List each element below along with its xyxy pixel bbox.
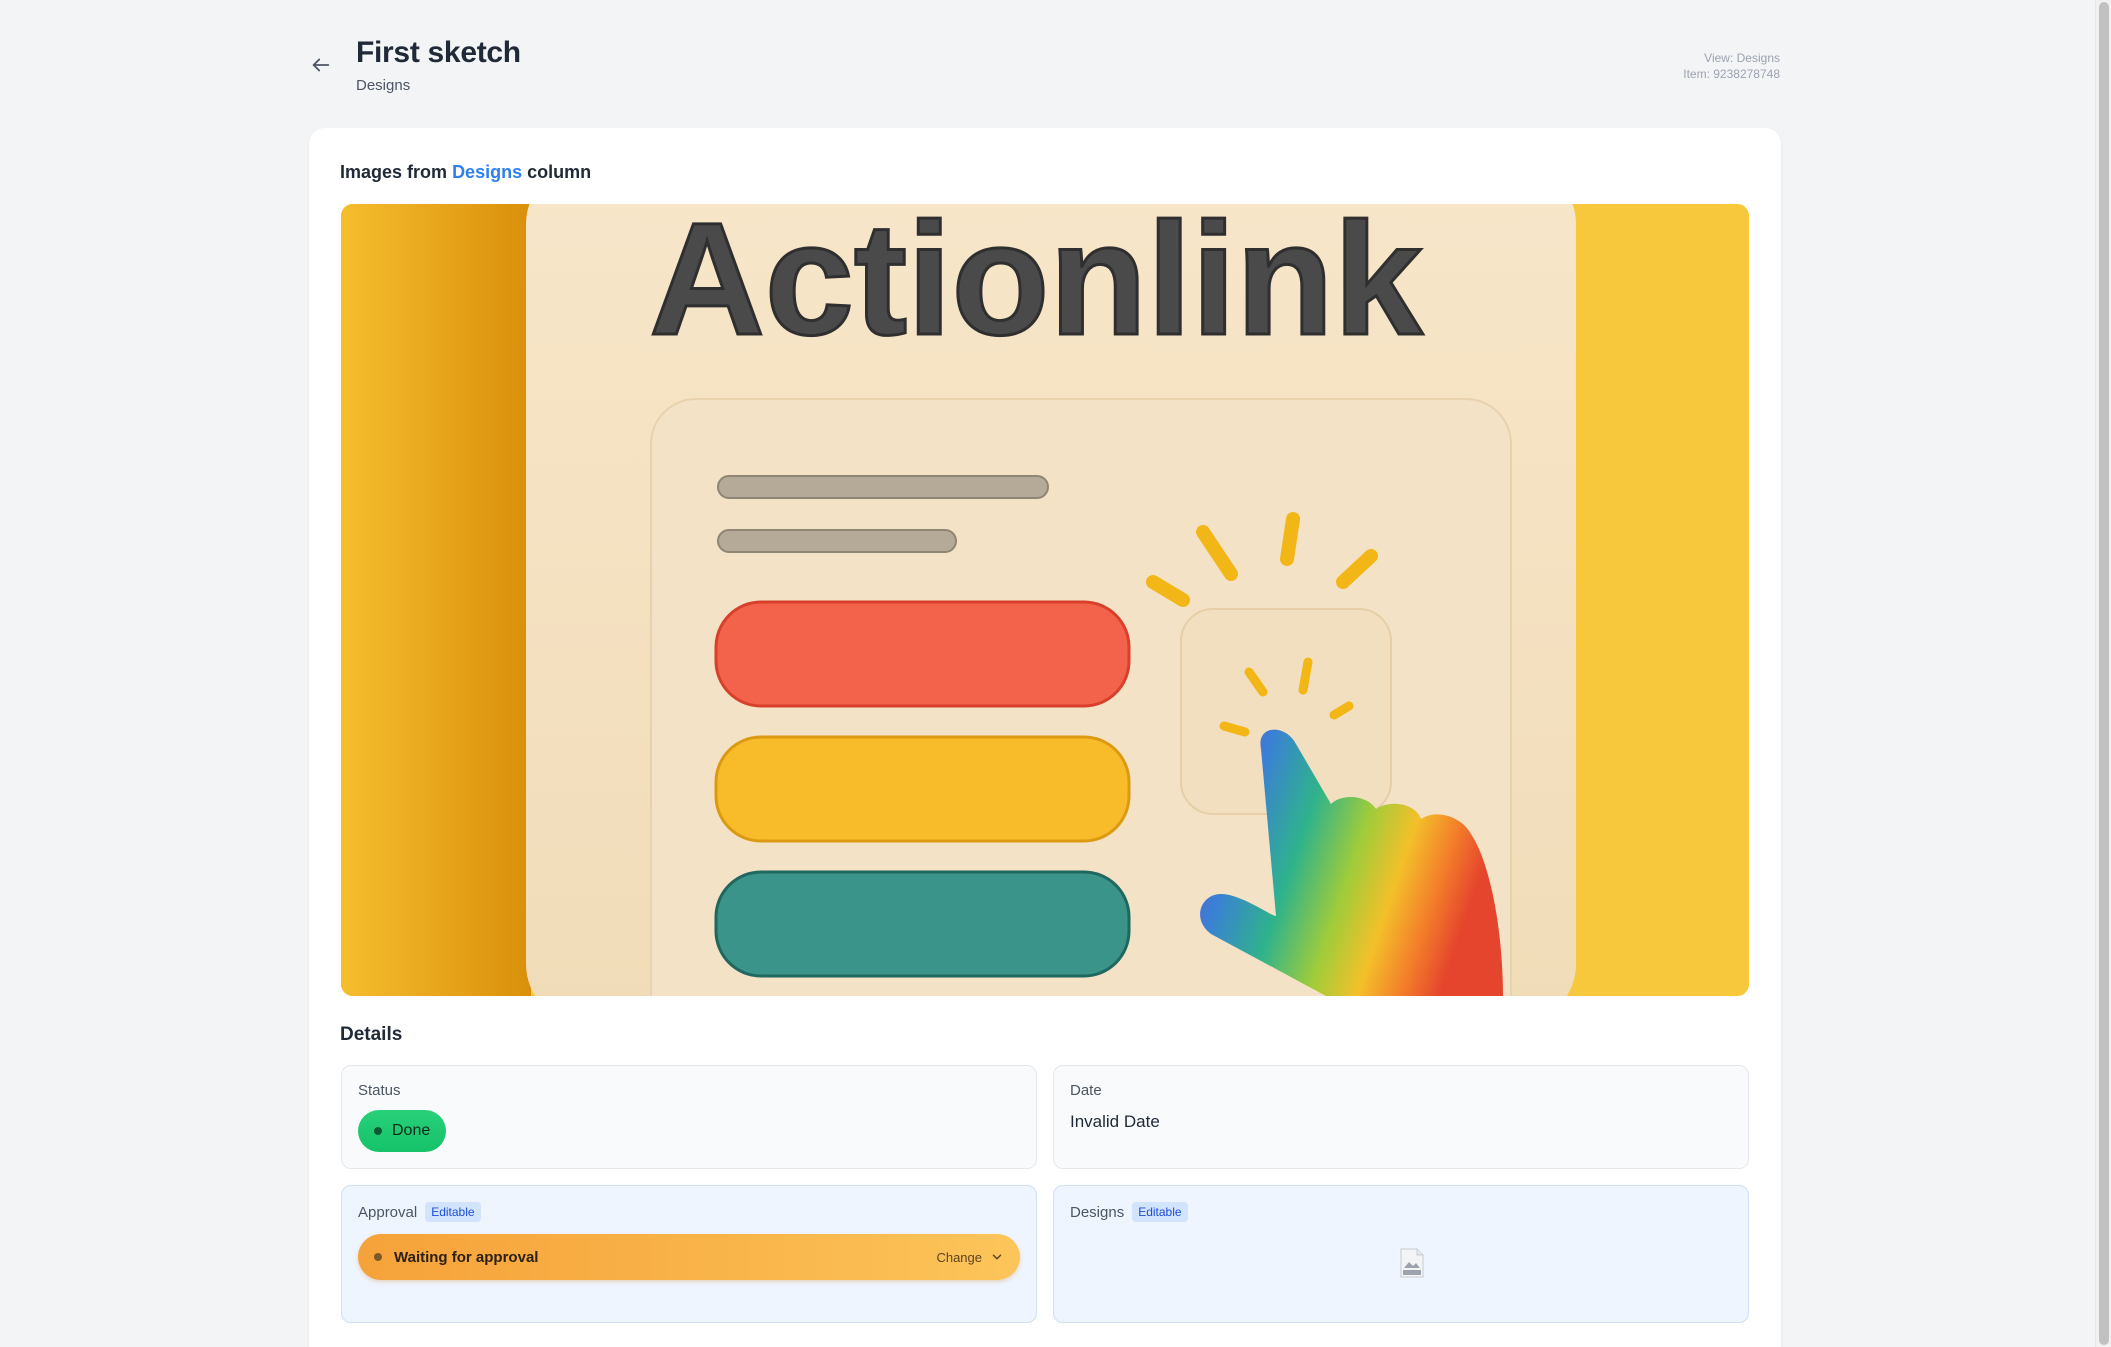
change-label: Change [936, 1249, 982, 1265]
editable-badge: Editable [425, 1202, 481, 1222]
date-field: Date Invalid Date [1053, 1065, 1749, 1169]
change-button[interactable]: Change [936, 1250, 1004, 1265]
page-subtitle: Designs [356, 77, 411, 94]
designs-field: Designs Editable [1053, 1185, 1749, 1323]
arrow-left-icon [312, 58, 330, 72]
date-label: Date [1070, 1082, 1102, 1099]
page-header: First sketch Designs View: Designs Item:… [308, 34, 1780, 104]
meta-view: View: Designs [1704, 51, 1780, 65]
image-wordmark: Actionlink [649, 204, 1423, 368]
meta-item: Item: 9238278748 [1683, 67, 1780, 81]
approval-value: Waiting for approval [394, 1248, 539, 1266]
designs-column-link[interactable]: Designs [452, 162, 522, 182]
status-pill[interactable]: Done [358, 1110, 447, 1152]
status-label: Status [358, 1082, 401, 1099]
page-meta: View: Designs Item: 9238278748 [1683, 50, 1780, 82]
images-section-heading: Images from Designs column [340, 162, 591, 183]
approval-dot [374, 1253, 382, 1261]
item-card: Images from Designs column Actionlink De… [309, 128, 1781, 1347]
chevron-down-icon [992, 1254, 1002, 1260]
design-image[interactable]: Actionlink [341, 204, 1749, 996]
images-heading-prefix: Images from [340, 162, 448, 182]
images-heading-suffix: column [527, 162, 592, 182]
status-value: Done [392, 1122, 431, 1139]
vertical-scrollbar[interactable] [2095, 0, 2111, 1347]
approval-label: Approval Editable [358, 1202, 481, 1222]
scrollbar-thumb[interactable] [2099, 2, 2109, 1345]
status-dot [374, 1127, 382, 1135]
editable-badge: Editable [1132, 1202, 1188, 1222]
designs-label: Designs Editable [1070, 1202, 1188, 1222]
page-title: First sketch [356, 36, 521, 69]
status-field: Status Done [341, 1065, 1037, 1169]
date-value: Invalid Date [1070, 1112, 1160, 1131]
back-button[interactable] [308, 52, 334, 78]
approval-field: Approval Editable Waiting for approval C… [341, 1185, 1037, 1323]
image-file-icon[interactable] [1399, 1248, 1425, 1278]
approval-status-bar[interactable]: Waiting for approval Change [358, 1234, 1020, 1280]
design-illustration: Actionlink [341, 204, 1749, 996]
details-heading: Details [340, 1024, 403, 1045]
